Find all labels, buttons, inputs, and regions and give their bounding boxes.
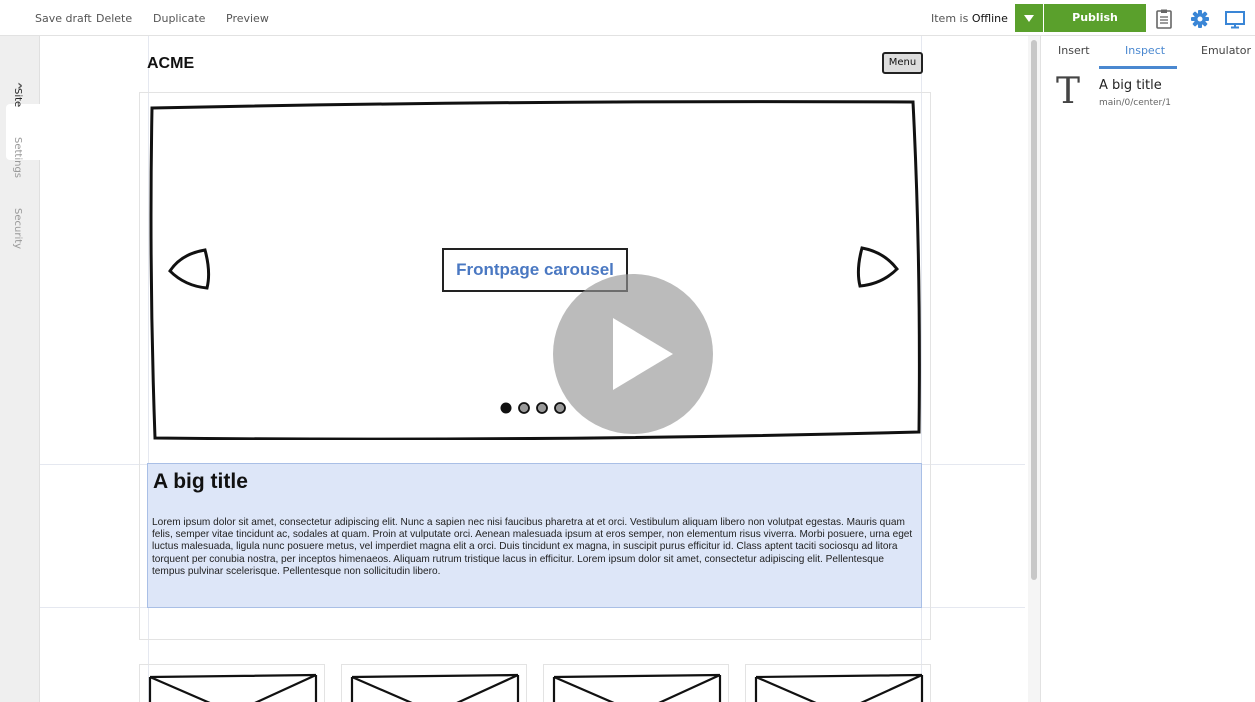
tab-security[interactable]: Security [12,208,23,249]
image-placeholder-icon [148,673,318,702]
carousel-next-arrow[interactable] [854,244,900,292]
item-status: Item is Offline [931,12,1008,25]
selected-title-block[interactable]: A big title Lorem ipsum dolor sit amet, … [147,463,922,608]
tree-item-name[interactable]: A big title [1099,78,1162,93]
gear-icon[interactable] [1189,8,1211,30]
tab-site[interactable]: Site [12,88,23,107]
tab-insert[interactable]: Insert [1058,44,1090,57]
publish-options-button[interactable] [1015,4,1043,32]
carousel-prev-arrow[interactable] [167,246,213,294]
monitor-icon[interactable] [1224,8,1246,30]
clipboard-icon[interactable] [1153,8,1175,30]
tab-settings[interactable]: Settings [12,137,23,178]
image-placeholder[interactable] [745,664,931,702]
active-tab-indicator [1099,66,1177,69]
scroll-thumb[interactable] [1031,40,1037,580]
inspector-panel: Insert Inspect Emulator T A big title ma… [1040,36,1255,702]
left-sidebar: › Site Settings Security [0,36,40,702]
save-draft-button[interactable]: Save draft [35,12,92,26]
page-canvas[interactable]: ACME Menu Frontpage carousel A big title… [40,36,1025,702]
site-logo[interactable]: ACME [147,55,194,73]
image-placeholder[interactable] [341,664,527,702]
delete-button[interactable]: Delete [96,12,132,26]
duplicate-button[interactable]: Duplicate [153,12,205,26]
status-prefix: Item is [931,12,969,25]
body-paragraph[interactable]: Lorem ipsum dolor sit amet, consectetur … [152,517,918,578]
image-placeholder[interactable] [543,664,729,702]
canvas-scrollbar[interactable] [1028,36,1040,702]
publish-button[interactable]: Publish [1044,4,1146,32]
big-title-heading[interactable]: A big title [153,470,248,494]
status-value: Offline [971,12,1008,25]
preview-button[interactable]: Preview [226,12,269,26]
image-placeholder-icon [754,673,924,702]
image-placeholder-icon [552,673,722,702]
image-placeholder-icon [350,673,520,702]
play-icon[interactable] [553,274,713,434]
tab-emulator[interactable]: Emulator [1201,44,1251,57]
tree-item-path: main/0/center/1 [1099,98,1171,108]
carousel-dots[interactable] [499,400,579,416]
top-toolbar: Save draft Delete Duplicate Preview Item… [0,0,1255,36]
text-element-icon: T [1056,71,1081,112]
tab-inspect[interactable]: Inspect [1125,44,1165,57]
image-placeholder[interactable] [139,664,325,702]
menu-button[interactable]: Menu [882,52,923,74]
